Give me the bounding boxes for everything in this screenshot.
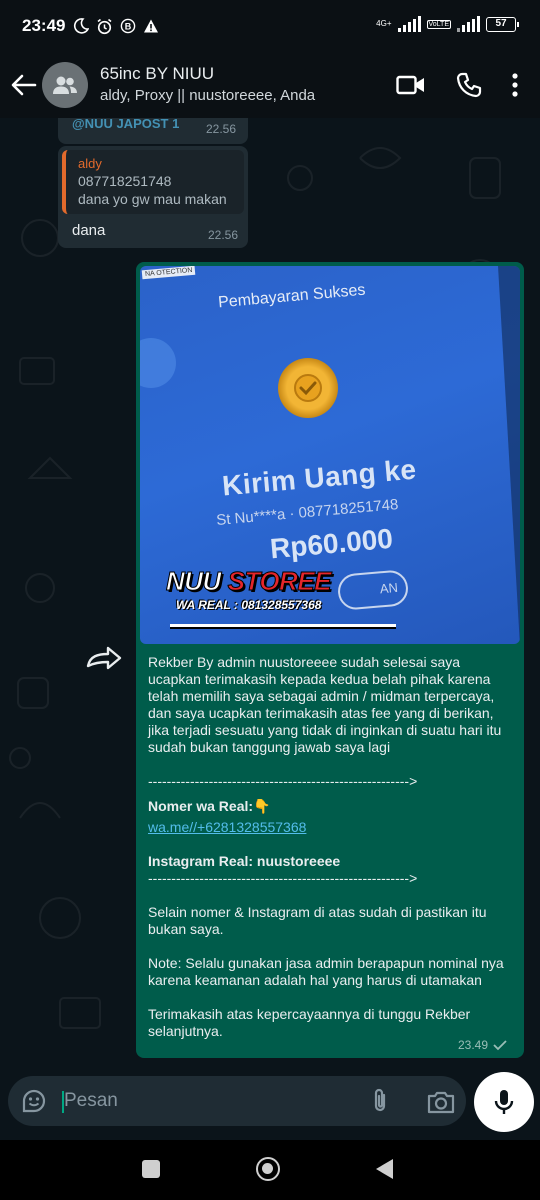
photo-blob xyxy=(140,338,176,388)
message-text: dana xyxy=(72,222,106,239)
quoted-message[interactable]: aldy 087718251748 dana yo gw mau makan xyxy=(62,150,244,214)
battery-level: 57 xyxy=(495,17,507,29)
wa-link[interactable]: wa.me//+6281328557368 xyxy=(148,819,512,836)
attach-icon[interactable] xyxy=(366,1087,394,1115)
instagram-label: Instagram Real: nuustoreeee xyxy=(148,853,341,869)
chat-header: 65inc BY NIUU aldy, Proxy || nuustoreeee… xyxy=(0,52,540,118)
recents-button[interactable] xyxy=(142,1160,160,1178)
message-paragraph: Terimakasih atas kepercayaannya di tungg… xyxy=(148,1006,475,1039)
microphone-icon xyxy=(494,1090,514,1114)
signal-1-icon xyxy=(397,16,421,32)
incoming-reply-message[interactable]: aldy 087718251748 dana yo gw mau makan d… xyxy=(58,146,248,248)
chat-area[interactable]: @NUU JAPOST 1 22.56 aldy 087718251748 da… xyxy=(0,118,540,1068)
quoted-line: dana yo gw mau makan xyxy=(78,191,227,207)
video-call-icon[interactable] xyxy=(396,75,426,95)
sticker-icon[interactable] xyxy=(20,1087,48,1115)
success-check-icon xyxy=(278,358,338,418)
quoted-line: 087718251748 xyxy=(78,173,172,189)
message-divider: ----------------------------------------… xyxy=(148,773,418,789)
voice-call-icon[interactable] xyxy=(456,72,482,98)
composer: Pesan xyxy=(0,1068,540,1140)
message-text-block: Rekber By admin nuustoreeee sudah selesa… xyxy=(140,644,520,1040)
photo-transfer-label: Kirim Uang ke xyxy=(220,453,418,502)
watermark-part-a: NUU xyxy=(166,566,222,597)
watermark-part-b: STOREE xyxy=(227,566,332,597)
message-time: 22.56 xyxy=(207,228,238,242)
message-time: 22.56 xyxy=(205,122,236,136)
chat-participants: aldy, Proxy || nuustoreeee, Anda xyxy=(100,87,316,104)
battery-icon: 57 xyxy=(486,16,519,32)
message-meta: 23.49 xyxy=(458,1038,508,1052)
payment-screenshot-image[interactable]: NA OTECTION Pembayaran Sukses Kirim Uang… xyxy=(140,266,520,644)
watermark-bar xyxy=(170,624,396,629)
warning-icon xyxy=(144,19,159,33)
watermark-title: NUU STOREE xyxy=(166,566,406,597)
watermark-sub: WA REAL : 081328557368 xyxy=(176,598,322,612)
chat-title: 65inc BY NIUU xyxy=(100,64,215,83)
status-right: 4G+ VoLTE 57 xyxy=(376,16,519,32)
network-label: 4G+ xyxy=(376,19,392,28)
camera-icon[interactable] xyxy=(426,1088,456,1116)
watermark: NUU STOREE WA REAL : 081328557368 xyxy=(166,566,406,636)
forward-icon[interactable] xyxy=(84,644,124,674)
photo-corner-tag: NA OTECTION xyxy=(141,266,196,280)
volte-badge: VoLTE xyxy=(426,19,451,29)
back-button[interactable] xyxy=(6,67,42,103)
signal-2-icon xyxy=(457,16,480,32)
back-arrow-icon xyxy=(11,74,37,96)
system-nav-bar xyxy=(0,1140,540,1200)
status-icons: B xyxy=(73,18,159,35)
photo-amount: Rp60.000 xyxy=(268,522,395,565)
more-options-icon[interactable] xyxy=(512,73,518,97)
alarm-icon xyxy=(97,18,112,34)
svg-text:B: B xyxy=(125,22,132,32)
photo-shadow xyxy=(498,266,520,644)
home-button[interactable] xyxy=(256,1157,280,1181)
outgoing-message[interactable]: NA OTECTION Pembayaran Sukses Kirim Uang… xyxy=(136,262,524,1058)
message-text: @NUU JAPOST 1 xyxy=(72,118,180,131)
quoted-sender: aldy xyxy=(78,156,102,171)
message-paragraph: Rekber By admin nuustoreeee sudah selesa… xyxy=(148,654,506,755)
incoming-message[interactable]: @NUU JAPOST 1 22.56 xyxy=(58,118,248,144)
b-badge-icon: B xyxy=(121,18,136,34)
header-text[interactable]: 65inc BY NIUU aldy, Proxy || nuustoreeee… xyxy=(100,63,396,107)
header-actions xyxy=(396,72,518,98)
message-divider: ----------------------------------------… xyxy=(148,870,418,886)
status-bar: 23:49 B 4G+ VoLTE 57 xyxy=(0,0,540,52)
wa-label: Nomer wa Real:👇 xyxy=(148,798,271,814)
message-paragraph: Note: Selalu gunakan jasa admin berapapu… xyxy=(148,955,508,988)
moon-icon xyxy=(74,18,90,34)
message-input[interactable]: Pesan xyxy=(64,1090,118,1112)
system-back-button[interactable] xyxy=(376,1159,393,1179)
voice-record-button[interactable] xyxy=(474,1072,534,1132)
message-input-pill[interactable]: Pesan xyxy=(8,1076,466,1126)
message-time: 23.49 xyxy=(457,1038,488,1052)
message-paragraph: Selain nomer & Instagram di atas sudah d… xyxy=(148,904,491,937)
group-icon xyxy=(53,76,77,94)
photo-heading: Pembayaran Sukses xyxy=(217,281,367,312)
group-avatar[interactable] xyxy=(42,62,88,108)
sent-check-icon xyxy=(493,1040,507,1051)
status-time: 23:49 xyxy=(22,16,66,35)
